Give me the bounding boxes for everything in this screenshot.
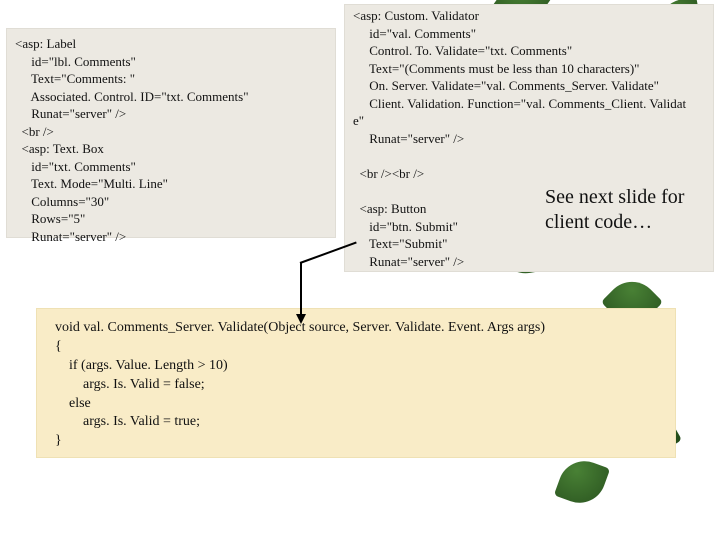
arrow-connector (300, 262, 302, 322)
code-block-server-validate: void val. Comments_Server. Validate(Obje… (36, 308, 676, 458)
code-text: void val. Comments_Server. Validate(Obje… (55, 319, 657, 451)
code-block-validator-button: <asp: Custom. Validator id="val. Comment… (344, 4, 714, 272)
code-block-label-textbox: <asp: Label id="lbl. Comments" Text="Com… (6, 28, 336, 238)
code-text: <asp: Label id="lbl. Comments" Text="Com… (15, 35, 327, 246)
note-text: See next slide for client code… (545, 185, 695, 235)
